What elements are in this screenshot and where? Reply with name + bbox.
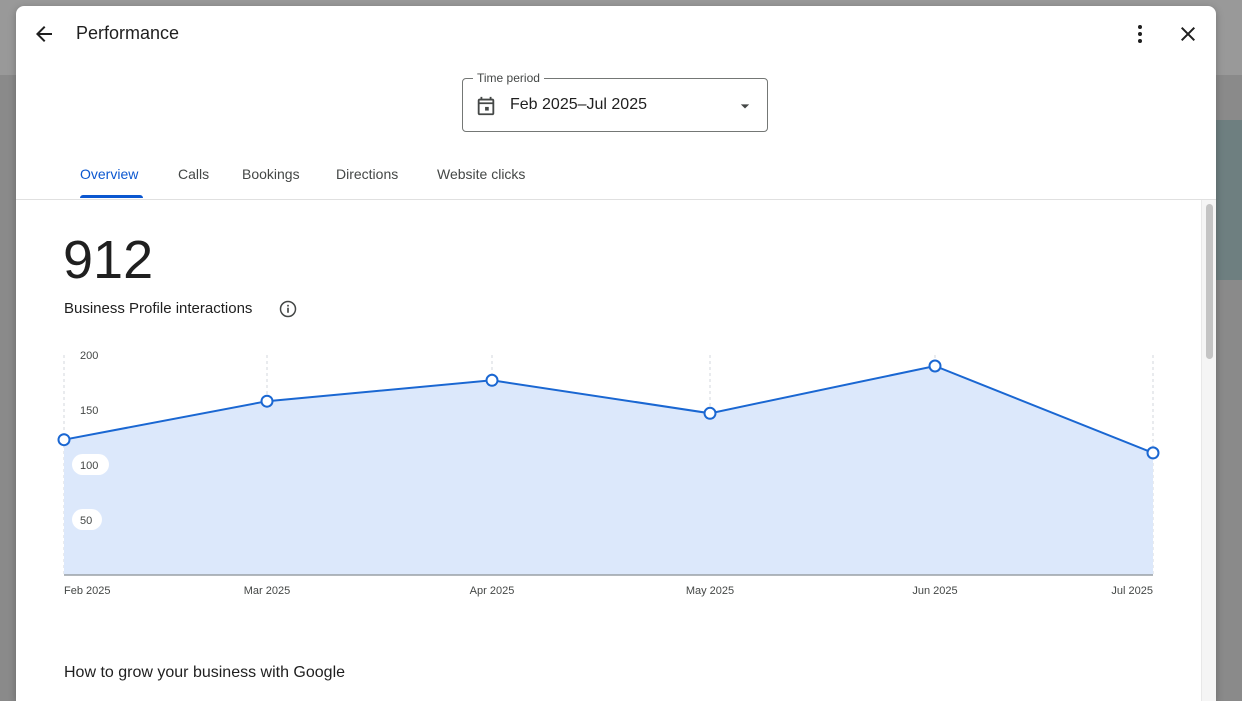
calendar-icon	[477, 96, 495, 116]
tab-calls[interactable]: Calls	[178, 166, 209, 182]
interactions-total: 912	[63, 230, 154, 290]
tab-bar: Overview Calls Bookings Directions Websi…	[16, 154, 1216, 200]
scrollbar[interactable]	[1201, 200, 1216, 701]
time-period-value: Feb 2025–Jul 2025	[510, 96, 647, 113]
y-tick-label: 150	[80, 405, 98, 417]
y-tick-label: 50	[80, 515, 92, 527]
x-tick-label: Apr 2025	[470, 585, 515, 597]
time-period-label: Time period	[473, 71, 544, 85]
background-page-edge	[1216, 120, 1242, 280]
tab-directions[interactable]: Directions	[336, 166, 398, 182]
tab-website-clicks[interactable]: Website clicks	[437, 166, 525, 182]
time-period-select[interactable]: Time period Feb 2025–Jul 2025	[462, 71, 768, 132]
arrow-back-icon	[36, 26, 52, 42]
active-tab-indicator	[80, 195, 143, 198]
data-point	[260, 394, 274, 408]
y-tick-label: 100	[80, 460, 98, 472]
dialog-title: Performance	[76, 23, 180, 43]
grow-business-heading: How to grow your business with Google	[64, 664, 346, 681]
x-tick-label: Jul 2025	[1111, 585, 1153, 597]
interactions-chart: 200 150 100 50 Feb 2025 Mar 2025 Apr 2025 May 2…	[57, 350, 1160, 597]
data-point	[703, 406, 717, 420]
more-options-button[interactable]	[1120, 14, 1160, 54]
x-tick-label: May 2025	[686, 585, 734, 597]
more-vert-icon	[1138, 25, 1142, 43]
arrow-drop-down-icon	[740, 104, 750, 109]
close-button[interactable]	[1168, 14, 1208, 54]
data-point	[928, 359, 942, 373]
y-tick-label: 200	[80, 350, 98, 362]
x-tick-label: Mar 2025	[244, 585, 290, 597]
close-icon	[1181, 27, 1195, 41]
overview-content: 912 Business Profile interactions 200 150…	[16, 200, 1216, 701]
info-icon[interactable]	[278, 299, 298, 319]
performance-dialog: Performance Time period Feb 2025–Jul 202…	[16, 6, 1216, 701]
x-tick-label: Feb 2025	[64, 585, 110, 597]
scrollbar-thumb[interactable]	[1206, 204, 1213, 359]
back-button[interactable]	[24, 14, 64, 54]
data-point	[485, 373, 499, 387]
tab-overview[interactable]: Overview	[80, 166, 138, 182]
data-point	[1146, 446, 1160, 460]
data-point	[57, 433, 71, 447]
interactions-label: Business Profile interactions	[64, 300, 253, 317]
x-tick-label: Jun 2025	[912, 585, 957, 597]
tab-bookings[interactable]: Bookings	[242, 166, 300, 182]
